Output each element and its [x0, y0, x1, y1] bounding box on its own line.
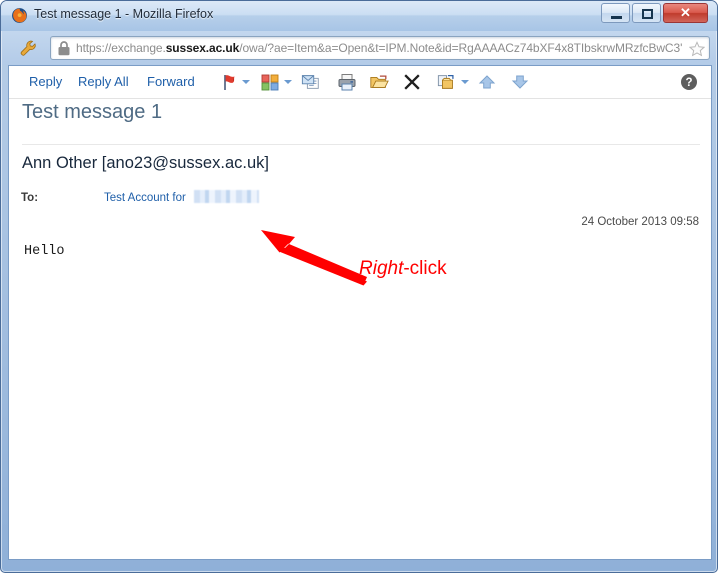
flag-dropdown-caret[interactable]: [242, 80, 250, 84]
bookmark-star-icon[interactable]: [689, 41, 705, 57]
page-content: Reply Reply All Forward ? Test message 1…: [8, 65, 712, 560]
url-bar[interactable]: https://exchange.sussex.ac.uk/owa/?ae=It…: [50, 36, 710, 60]
flag-icon[interactable]: [220, 72, 240, 92]
message-subject: Test message 1: [22, 101, 163, 123]
svg-text:?: ?: [685, 77, 692, 89]
categorize-dropdown-caret[interactable]: [284, 80, 292, 84]
arrow-down-icon[interactable]: [510, 72, 530, 92]
reply-button[interactable]: Reply: [29, 74, 62, 89]
padlock-icon: [58, 41, 70, 56]
open-folder-icon[interactable]: [369, 72, 389, 92]
wrench-icon[interactable]: [18, 39, 38, 57]
arrow-up-icon[interactable]: [477, 72, 497, 92]
minimize-button[interactable]: [601, 3, 630, 23]
print-icon[interactable]: [337, 72, 357, 92]
navigation-bar: https://exchange.sussex.ac.uk/owa/?ae=It…: [2, 31, 716, 65]
message-sender[interactable]: Ann Other [ano23@sussex.ac.uk]: [22, 154, 269, 173]
mark-unread-icon[interactable]: [301, 72, 321, 92]
owa-toolbar: Reply Reply All Forward ?: [9, 66, 711, 99]
copy-to-folder-icon[interactable]: [437, 72, 457, 92]
minimize-icon: [611, 16, 622, 19]
annotation-label: Right-click: [359, 258, 447, 280]
categorize-icon[interactable]: [260, 72, 280, 92]
reply-all-button[interactable]: Reply All: [78, 74, 129, 89]
to-label: To:: [21, 192, 39, 204]
title-bar: Test message 1 - Mozilla Firefox ✕: [1, 1, 717, 31]
firefox-icon: [12, 8, 27, 23]
annotation-plain-word: -click: [403, 258, 447, 279]
delete-icon[interactable]: [402, 72, 422, 92]
redacted-recipient-block: [194, 190, 259, 203]
url-host: sussex.ac.uk: [165, 41, 240, 55]
copy-dropdown-caret[interactable]: [461, 80, 469, 84]
browser-window: Test message 1 - Mozilla Firefox ✕ https…: [0, 0, 718, 573]
url-scheme: https://exchange.: [76, 41, 166, 55]
close-button[interactable]: ✕: [663, 3, 708, 23]
url-path: /owa/?ae=Item&a=Open&t=IPM.Note&id=RgAAA…: [239, 41, 683, 55]
to-recipient[interactable]: Test Account for: [104, 192, 186, 204]
maximize-button[interactable]: [632, 3, 661, 23]
message-body: Hello: [24, 244, 65, 259]
header-divider: [22, 144, 700, 145]
window-title: Test message 1 - Mozilla Firefox: [34, 7, 214, 21]
maximize-icon: [642, 9, 653, 19]
close-icon: ✕: [680, 5, 691, 20]
forward-button[interactable]: Forward: [147, 74, 195, 89]
help-icon[interactable]: ?: [680, 73, 698, 91]
message-date: 24 October 2013 09:58: [581, 216, 699, 228]
url-text[interactable]: https://exchange.sussex.ac.uk/owa/?ae=It…: [76, 41, 686, 55]
annotation-italic-word: Right: [359, 258, 404, 279]
